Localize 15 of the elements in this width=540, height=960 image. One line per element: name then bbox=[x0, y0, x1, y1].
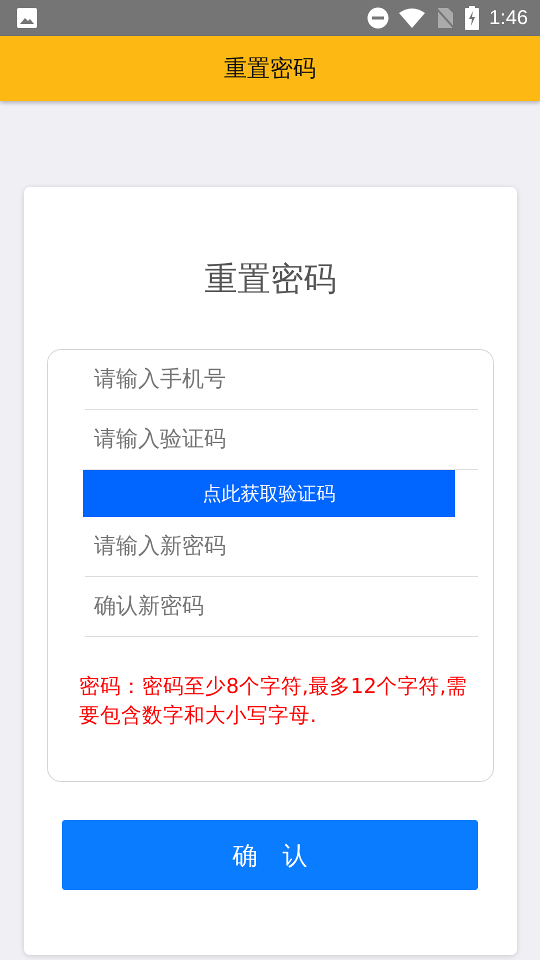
input-field[interactable]: 请输入验证码 bbox=[85, 410, 478, 470]
card-title: 重置密码 bbox=[204, 259, 338, 299]
password-hint: 密码：密码至少8个字符,最多12个字符,需要包含数字和大小写字母. bbox=[79, 673, 468, 729]
clock-time: 1:46 bbox=[489, 6, 528, 30]
battery-charging-icon bbox=[465, 6, 480, 30]
confirm-button[interactable]: 确 认 bbox=[62, 820, 478, 890]
input-field[interactable]: 确认新密码 bbox=[85, 577, 478, 637]
image-icon bbox=[16, 7, 38, 29]
input-field[interactable]: 请输入手机号 bbox=[85, 350, 478, 410]
do-not-disturb-icon bbox=[367, 7, 390, 29]
no-sim-icon bbox=[435, 7, 456, 29]
app-bar-title: 重置密码 bbox=[224, 55, 316, 84]
get-code-button[interactable]: 点此获取验证码 bbox=[83, 470, 455, 517]
wifi-icon bbox=[399, 8, 426, 28]
input-field[interactable]: 请输入新密码 bbox=[85, 517, 478, 577]
